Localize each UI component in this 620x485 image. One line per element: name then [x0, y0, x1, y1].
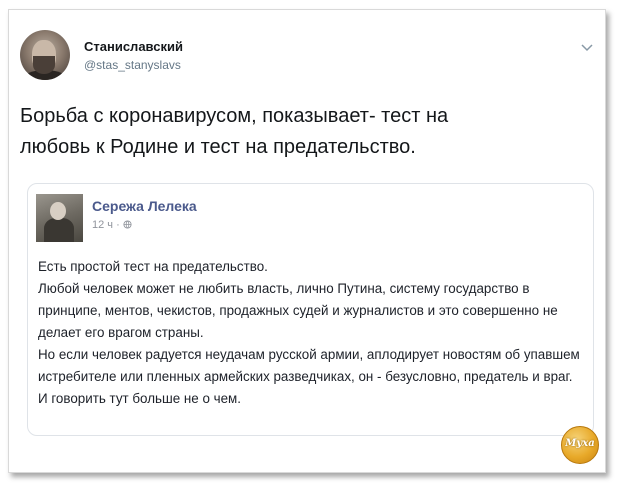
author-display-name[interactable]: Станиславский: [84, 39, 183, 54]
author-handle[interactable]: @stas_stanyslavs: [84, 58, 181, 72]
avatar-beard: [33, 56, 55, 74]
watermark-text: Муха: [565, 438, 595, 449]
quoted-paragraph: Любой человек может не любить власть, ли…: [38, 281, 558, 340]
quoted-paragraph: Есть простой тест на предательство.: [38, 259, 268, 274]
author-avatar[interactable]: [20, 30, 70, 80]
quoted-post-meta: 12 ч ·: [92, 219, 132, 231]
avatar-body: [44, 218, 74, 242]
tweet-header: Станиславский @stas_stanyslavs: [20, 30, 593, 82]
post-time[interactable]: 12 ч ·: [92, 219, 123, 231]
globe-icon: [123, 220, 132, 229]
quoted-post-body: Есть простой тест на предательство. Любо…: [38, 256, 583, 410]
chevron-down-icon[interactable]: [580, 40, 594, 54]
tweet-text-line: любовь к Родине и тест на предательство.: [20, 136, 416, 158]
avatar-head: [50, 202, 66, 220]
quoted-paragraph: Но если человек радуется неудачам русско…: [38, 347, 580, 406]
quoted-author-name[interactable]: Сережа Лелека: [92, 198, 197, 214]
quoted-author-avatar[interactable]: [36, 194, 83, 242]
quoted-post-card[interactable]: Сережа Лелека 12 ч · Есть простой тест н…: [27, 183, 594, 436]
tweet-text: Борьба с коронавирусом, показывает- тест…: [20, 101, 580, 163]
tweet-text-line: Борьба с коронавирусом, показывает- тест…: [20, 105, 449, 127]
watermark-logo: Муха: [561, 426, 599, 464]
